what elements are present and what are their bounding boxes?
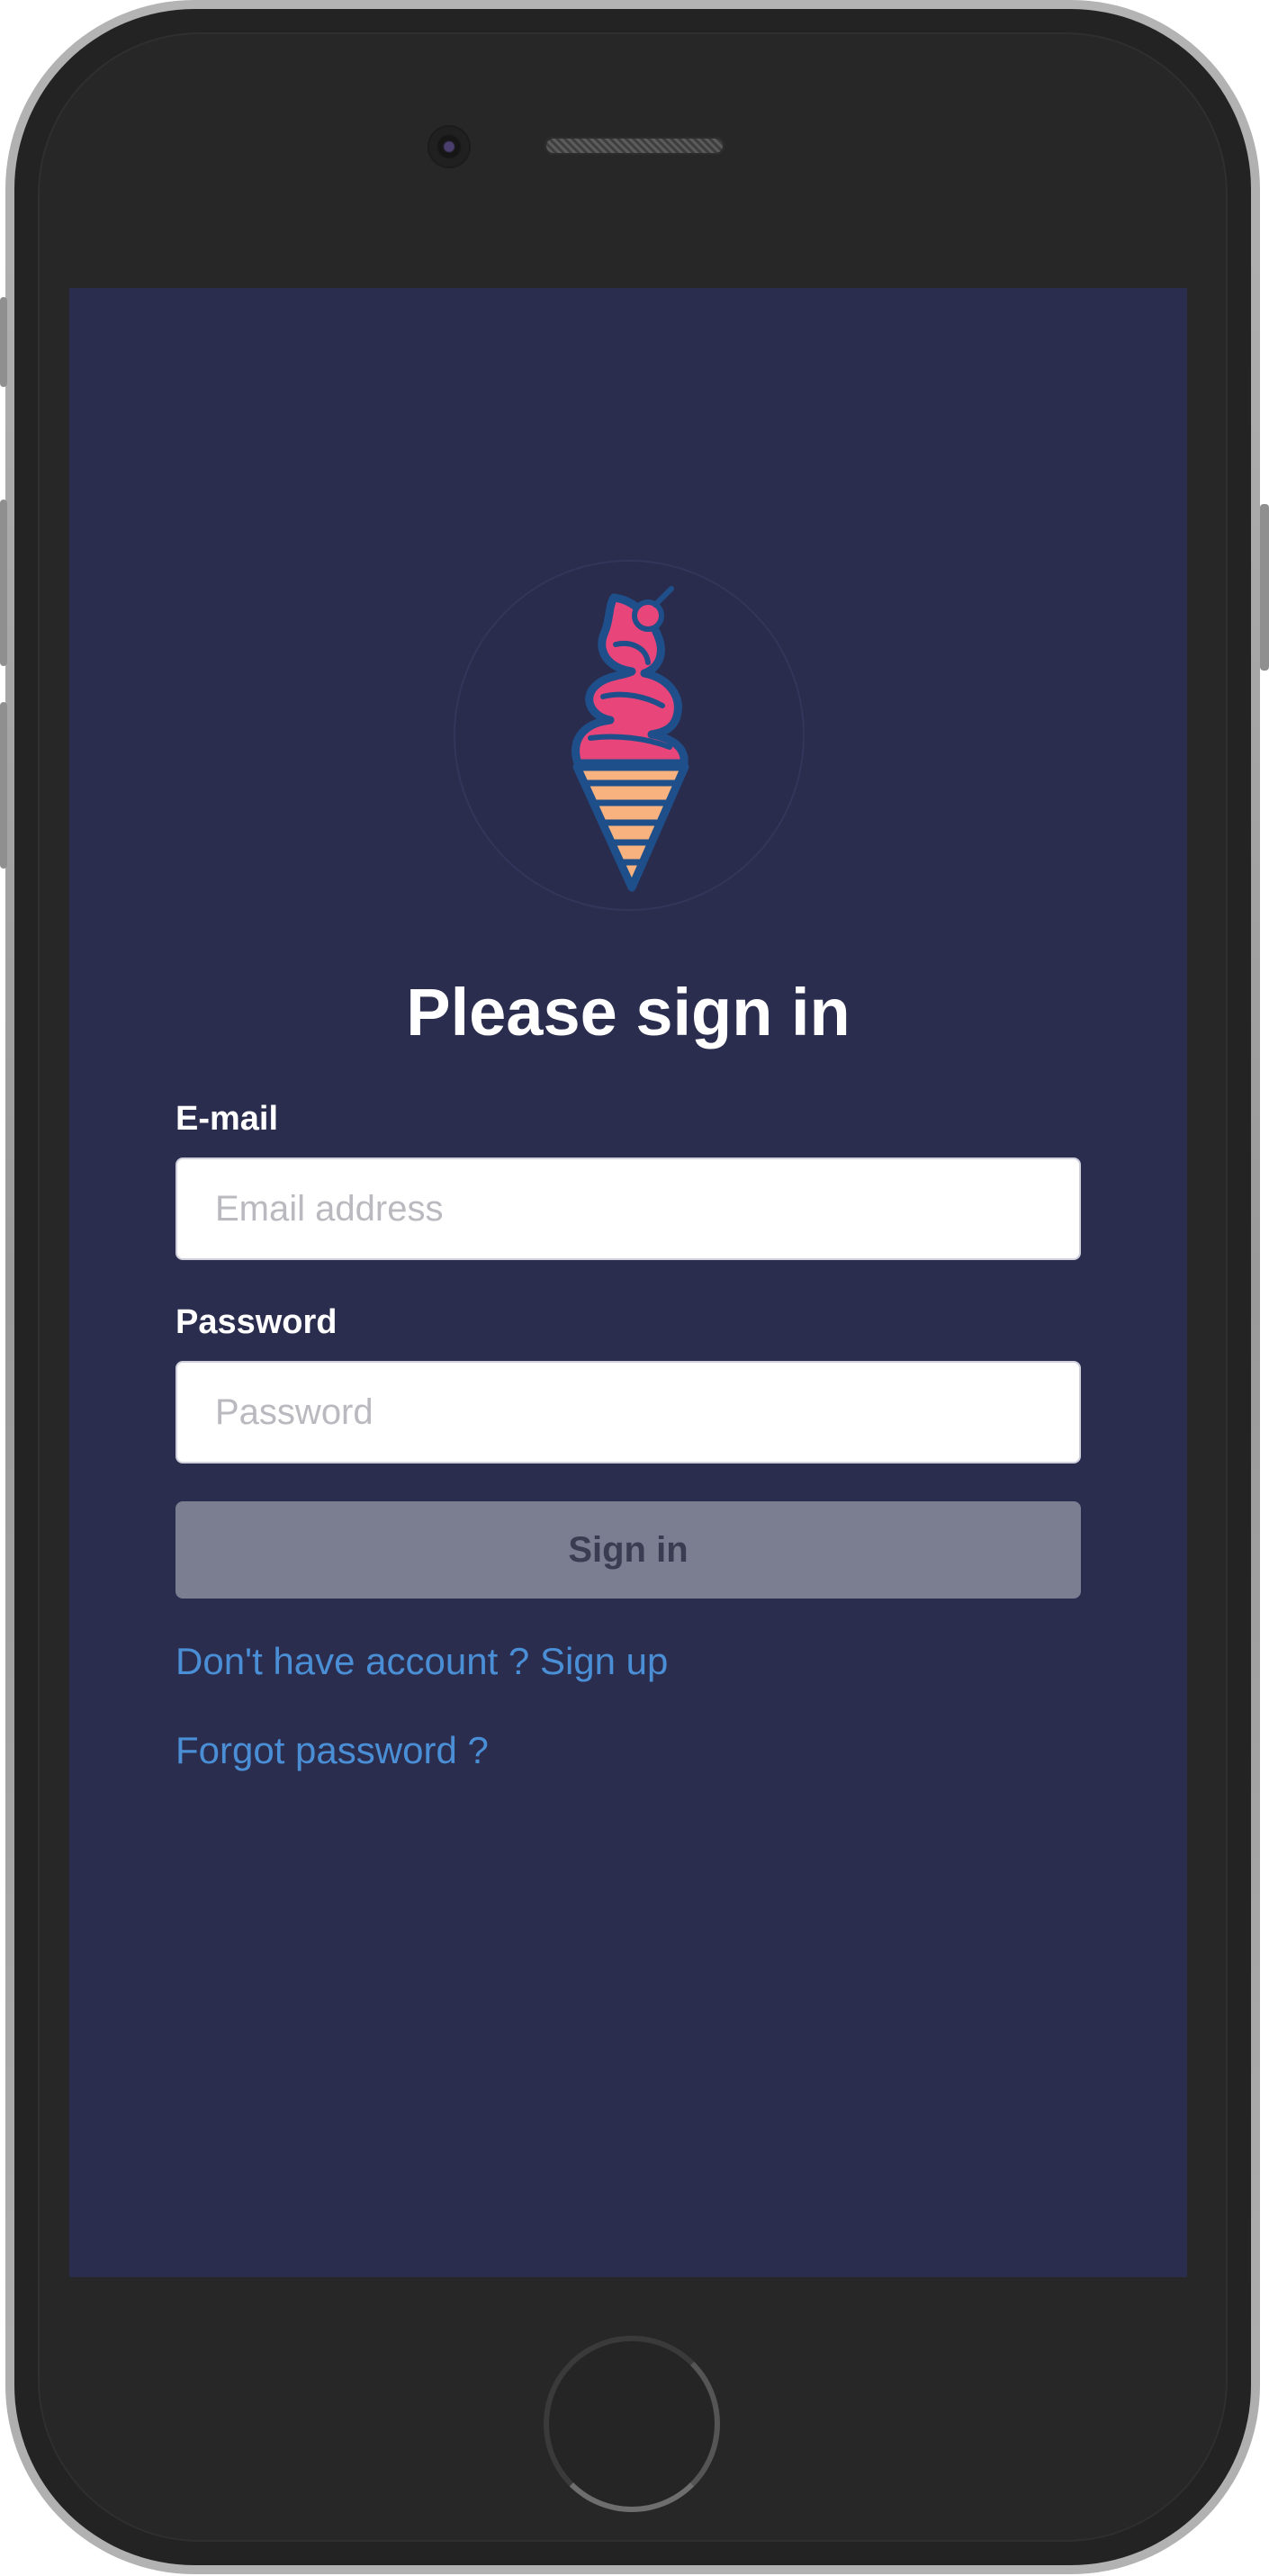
page-title: Please sign in	[406, 975, 850, 1049]
front-camera	[429, 127, 469, 167]
home-button[interactable]	[544, 2336, 720, 2512]
email-label: E-mail	[176, 1100, 279, 1138]
sign-in-button[interactable]: Sign in	[176, 1501, 1081, 1599]
power-button	[1260, 504, 1269, 671]
volume-up-button	[0, 500, 7, 666]
app-logo	[454, 560, 805, 911]
password-input[interactable]	[176, 1361, 1081, 1464]
sign-up-link[interactable]: Don't have account ? Sign up	[176, 1638, 668, 1685]
screen: Please sign in E-mail Password Sign in D…	[69, 288, 1187, 2277]
mute-switch	[0, 297, 7, 387]
volume-down-button	[0, 702, 7, 869]
email-input[interactable]	[176, 1157, 1081, 1260]
password-label: Password	[176, 1303, 338, 1341]
forgot-password-link[interactable]: Forgot password ?	[176, 1727, 489, 1774]
earpiece-speaker	[544, 137, 724, 155]
ice-cream-cone-icon	[572, 586, 689, 892]
